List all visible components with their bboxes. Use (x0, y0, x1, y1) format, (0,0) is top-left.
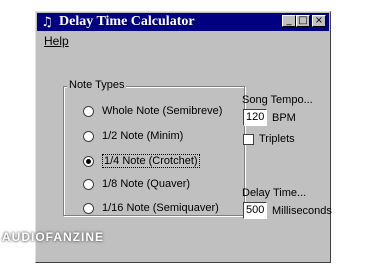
triplets-checkbox[interactable] (243, 134, 254, 145)
delay-time-label: Delay Time... (242, 187, 307, 199)
delay-output: 500 (243, 202, 267, 219)
song-tempo-label: Song Tempo... (242, 94, 313, 106)
radio-button[interactable] (83, 130, 94, 142)
tempo-input[interactable]: 120 (243, 109, 267, 126)
watermark-logo: AUDIOFANZINE (2, 230, 104, 244)
minimize-button[interactable]: _ (282, 15, 296, 27)
radio-eighth-note[interactable]: 1/8 Note (Quaver) (83, 178, 190, 190)
title-bar[interactable]: ♫ Delay Time Calculator _ □ × (37, 13, 329, 31)
menu-bar: Help (40, 34, 73, 50)
menu-help[interactable]: Help (40, 34, 73, 48)
radio-label: Whole Note (Semibreve) (102, 105, 223, 117)
radio-label: 1/2 Note (Minim) (102, 130, 184, 142)
window-controls: _ □ × (282, 15, 326, 27)
window-title: Delay Time Calculator (59, 14, 195, 29)
radio-whole-note[interactable]: Whole Note (Semibreve) (83, 105, 222, 117)
radio-sixteenth-note[interactable]: 1/16 Note (Semiquaver) (83, 202, 219, 214)
radio-button[interactable] (83, 202, 94, 214)
radio-button[interactable] (83, 178, 94, 190)
maximize-button[interactable]: □ (296, 15, 310, 27)
radio-button[interactable] (83, 105, 94, 117)
radio-button-selected[interactable] (83, 155, 94, 167)
note-types-title: Note Types (67, 79, 127, 91)
milliseconds-label: Milliseconds (272, 205, 332, 217)
app-window: ♫ Delay Time Calculator _ □ × Help Note … (35, 11, 332, 263)
bpm-label: BPM (272, 112, 296, 124)
radio-half-note[interactable]: 1/2 Note (Minim) (83, 130, 183, 142)
triplets-label[interactable]: Triplets (259, 133, 295, 145)
radio-label: 1/4 Note (Crotchet) (102, 154, 200, 168)
radio-quarter-note[interactable]: 1/4 Note (Crotchet) (83, 154, 200, 168)
music-note-icon: ♫ (41, 14, 53, 30)
radio-label: 1/8 Note (Quaver) (102, 178, 191, 190)
radio-label: 1/16 Note (Semiquaver) (102, 202, 219, 214)
close-button[interactable]: × (312, 15, 326, 27)
